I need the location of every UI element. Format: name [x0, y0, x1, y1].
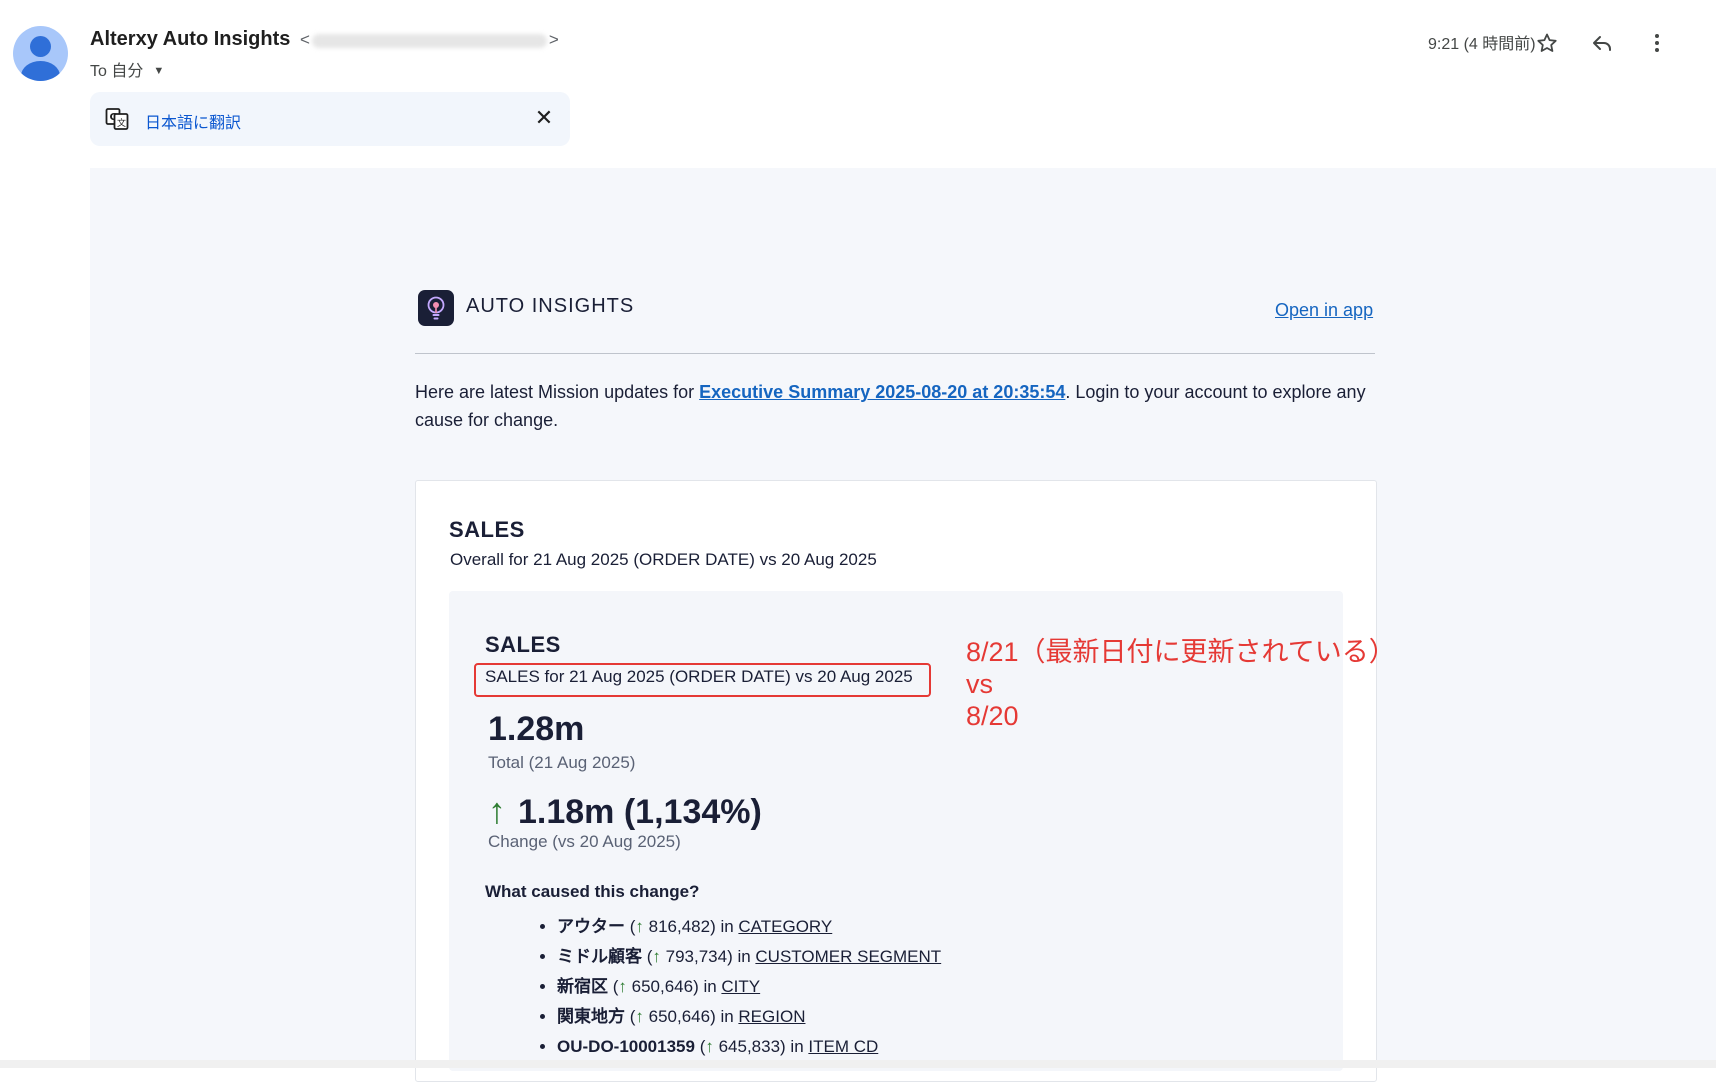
lightbulb-logo-icon [418, 290, 454, 326]
cause-open: ( [625, 1007, 636, 1026]
metric-title: SALES [485, 632, 561, 657]
sender-email-redacted [311, 33, 547, 48]
arrow-up-icon: ↑ [635, 1007, 644, 1026]
list-item: 関東地方 (↑ 650,646) in REGION [557, 1002, 941, 1032]
list-item: アウター (↑ 816,482) in CATEGORY [557, 912, 941, 942]
cause-dimension-link[interactable]: ITEM CD [808, 1037, 878, 1056]
close-icon[interactable]: ✕ [530, 104, 558, 132]
received-time: 9:21 (4 時間前) [1428, 36, 1536, 53]
avatar-body [21, 61, 60, 81]
sender-email-open: < [299, 30, 310, 49]
avatar-head [30, 36, 51, 57]
translate-icon: G文 [105, 107, 129, 131]
total-caption: Total (21 Aug 2025) [488, 753, 636, 772]
cause-open: ( [608, 977, 619, 996]
cause-name: アウター [557, 917, 625, 936]
cause-dimension-link[interactable]: CATEGORY [738, 917, 832, 936]
cause-name: 新宿区 [557, 977, 608, 996]
sender-email-close: > [548, 30, 559, 49]
annotation-highlight-box [474, 663, 931, 697]
open-in-app-link[interactable]: Open in app [1275, 300, 1373, 321]
cause-dimension-link[interactable]: CUSTOMER SEGMENT [755, 947, 941, 966]
more-vert-icon[interactable] [1642, 28, 1672, 58]
sender-line: Alterxy Auto Insights < > [90, 28, 559, 51]
star-icon[interactable] [1532, 28, 1562, 58]
cause-value: 645,833) in [713, 1037, 809, 1056]
cause-dimension-link[interactable]: CITY [721, 977, 760, 996]
recipient-label: To 自分 [90, 63, 144, 80]
translate-bar: G文 日本語に翻訳 ✕ [90, 92, 570, 146]
cause-name: OU-DO-10001359 [557, 1037, 695, 1056]
mission-link[interactable]: Executive Summary 2025-08-20 at 20:35:54 [699, 382, 1065, 402]
svg-text:文: 文 [117, 117, 126, 129]
brand-name: AUTO INSIGHTS [466, 295, 635, 317]
translate-link[interactable]: 日本語に翻訳 [145, 109, 241, 133]
chevron-down-icon[interactable]: ▼ [153, 65, 164, 77]
list-item: OU-DO-10001359 (↑ 645,833) in ITEM CD [557, 1032, 941, 1062]
arrow-up-icon: ↑ [618, 977, 627, 996]
cause-question: What caused this change? [485, 882, 700, 901]
annotation-note: 8/21（最新日付に更新されている） vs 8/20 [966, 636, 1396, 732]
arrow-up-icon: ↑ [705, 1037, 714, 1056]
arrow-up-icon: ↑ [635, 917, 644, 936]
cause-name: 関東地方 [557, 1007, 625, 1026]
cause-open: ( [642, 947, 653, 966]
annotation-line-3: 8/20 [966, 701, 1019, 731]
cause-value: 650,646) in [643, 1007, 739, 1026]
cause-value: 650,646) in [626, 977, 722, 996]
change-caption: Change (vs 20 Aug 2025) [488, 832, 681, 851]
change-amount: 1.18m (1,134%) [518, 793, 762, 831]
cause-list: アウター (↑ 816,482) in CATEGORY ミドル顧客 (↑ 79… [535, 912, 941, 1062]
arrow-up-icon: ↑ [652, 947, 661, 966]
change-value: ↑ 1.18m (1,134%) [488, 790, 762, 832]
divider [415, 353, 1375, 354]
total-value: 1.28m [488, 710, 585, 748]
card-subtitle: Overall for 21 Aug 2025 (ORDER DATE) vs … [450, 550, 877, 569]
arrow-up-icon: ↑ [488, 790, 506, 831]
sender-email: < > [300, 30, 559, 49]
intro-before: Here are latest Mission updates for [415, 382, 700, 402]
cause-dimension-link[interactable]: REGION [738, 1007, 805, 1026]
sender-name[interactable]: Alterxy Auto Insights [90, 28, 290, 50]
recipient-line[interactable]: To 自分 ▼ [90, 57, 164, 81]
cause-value: 793,734) in [660, 947, 756, 966]
annotation-line-2: vs [966, 669, 993, 699]
card-title: SALES [449, 517, 525, 542]
list-item: ミドル顧客 (↑ 793,734) in CUSTOMER SEGMENT [557, 942, 941, 972]
cause-open: ( [625, 917, 636, 936]
cause-value: 816,482) in [643, 917, 739, 936]
sender-avatar[interactable] [13, 26, 68, 81]
reply-icon[interactable] [1587, 28, 1617, 58]
cause-name: ミドル顧客 [557, 947, 642, 966]
intro-text: Here are latest Mission updates for Exec… [415, 378, 1375, 434]
cause-open: ( [694, 1037, 706, 1056]
annotation-line-1: 8/21（最新日付に更新されている） [966, 637, 1396, 667]
list-item: 新宿区 (↑ 650,646) in CITY [557, 972, 941, 1002]
bottom-strip [0, 1060, 1716, 1068]
